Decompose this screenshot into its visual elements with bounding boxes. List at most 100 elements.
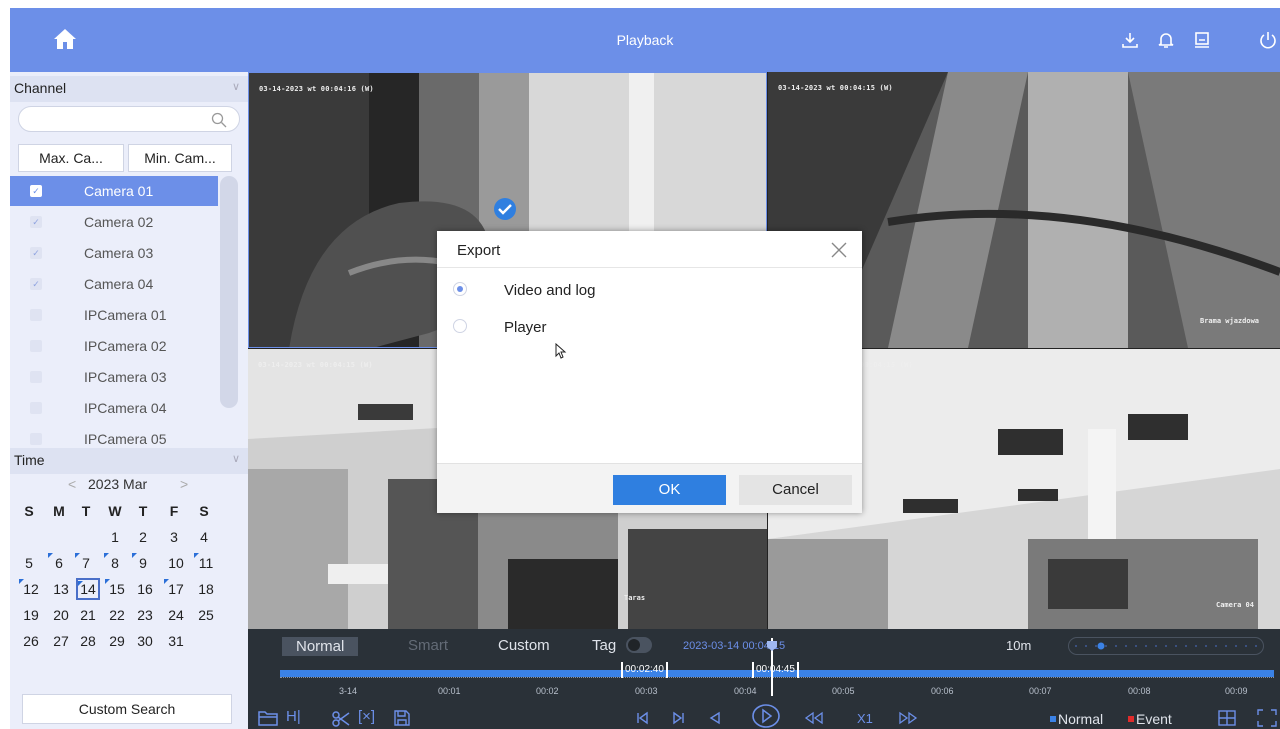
- calendar-day[interactable]: 22: [105, 604, 129, 626]
- calendar-day[interactable]: 11: [194, 552, 218, 574]
- bell-icon[interactable]: [1156, 30, 1176, 50]
- calendar-day[interactable]: 6: [48, 552, 70, 574]
- calendar-day[interactable]: 9: [132, 552, 154, 574]
- calendar-day[interactable]: 23: [133, 604, 157, 626]
- calendar-day[interactable]: 24: [164, 604, 188, 626]
- calendar-day[interactable]: 13: [49, 578, 73, 600]
- video-and-log-label[interactable]: Video and log: [504, 282, 595, 299]
- split-icon[interactable]: H|: [286, 708, 301, 725]
- camera-row-ipcamera-03[interactable]: IPCamera 03: [10, 362, 218, 392]
- grid-layout-icon[interactable]: [1218, 710, 1236, 726]
- video-and-log-radio[interactable]: [453, 282, 467, 296]
- ok-button[interactable]: OK: [613, 475, 726, 505]
- calendar-day-selected[interactable]: 14: [76, 578, 100, 600]
- calendar-weekday: T: [138, 503, 148, 519]
- calendar-day[interactable]: 16: [133, 578, 157, 600]
- zoom-slider[interactable]: [1068, 637, 1264, 655]
- camera-label: IPCamera 04: [84, 400, 167, 416]
- calendar-day[interactable]: 29: [105, 630, 129, 652]
- checkbox[interactable]: ✓: [30, 185, 42, 197]
- camera-row-ipcamera-02[interactable]: IPCamera 02: [10, 331, 218, 361]
- min-camera-button[interactable]: Min. Cam...: [128, 144, 232, 172]
- checkbox[interactable]: [30, 309, 42, 321]
- calendar-day[interactable]: 28: [76, 630, 100, 652]
- calendar-day[interactable]: 15: [105, 578, 129, 600]
- camera-list-scrollbar[interactable]: [220, 176, 238, 408]
- calendar-day[interactable]: 2: [132, 526, 154, 548]
- mode-custom-tab[interactable]: Custom: [498, 637, 550, 654]
- camera-row-ipcamera-01[interactable]: IPCamera 01: [10, 300, 218, 330]
- calendar-day[interactable]: 31: [164, 630, 188, 652]
- checkbox[interactable]: [30, 402, 42, 414]
- save-icon[interactable]: [394, 710, 410, 726]
- prev-month-icon[interactable]: <: [68, 476, 76, 492]
- cancel-button[interactable]: Cancel: [739, 475, 852, 505]
- close-icon[interactable]: [830, 241, 848, 259]
- camera-label: IPCamera 02: [84, 338, 167, 354]
- folder-icon[interactable]: [258, 710, 278, 726]
- calendar-day[interactable]: 18: [194, 578, 218, 600]
- time-section-header[interactable]: Time ∨: [10, 448, 248, 474]
- normal-swatch: [1050, 716, 1056, 722]
- reverse-play-icon[interactable]: [708, 711, 722, 725]
- slow-down-icon[interactable]: [804, 711, 824, 725]
- camera-row-camera-02[interactable]: ✓ Camera 02: [10, 207, 218, 237]
- play-icon[interactable]: [751, 703, 781, 729]
- calendar-day[interactable]: 7: [75, 552, 97, 574]
- search-icon: [211, 112, 227, 128]
- custom-search-button[interactable]: Custom Search: [22, 694, 232, 724]
- calendar-weekday: W: [108, 503, 122, 519]
- calendar-day[interactable]: 19: [19, 604, 43, 626]
- calendar-day[interactable]: 17: [164, 578, 188, 600]
- calendar-day[interactable]: 3: [163, 526, 185, 548]
- tag-toggle[interactable]: [626, 637, 652, 653]
- camera-row-camera-03[interactable]: ✓ Camera 03: [10, 238, 218, 268]
- monitor-icon[interactable]: [1192, 30, 1212, 50]
- calendar-day[interactable]: 8: [104, 552, 126, 574]
- camera-row-camera-04[interactable]: ✓ Camera 04: [10, 269, 218, 299]
- pane-camera-label: Camera 04: [1216, 601, 1254, 609]
- checkbox[interactable]: [30, 340, 42, 352]
- checkbox[interactable]: ✓: [30, 216, 42, 228]
- next-frame-icon[interactable]: [670, 711, 686, 725]
- clip-start-marker[interactable]: 00:02:40: [621, 662, 668, 678]
- power-icon[interactable]: [1258, 30, 1278, 50]
- download-icon[interactable]: [1120, 30, 1140, 50]
- calendar-day[interactable]: 4: [193, 526, 215, 548]
- calendar-day[interactable]: 12: [19, 578, 43, 600]
- calendar-day[interactable]: 5: [18, 552, 40, 574]
- checkbox[interactable]: ✓: [30, 247, 42, 259]
- clip-end-marker[interactable]: 00:04:45: [752, 662, 799, 678]
- previous-frame-icon[interactable]: [635, 711, 651, 725]
- max-camera-button[interactable]: Max. Ca...: [18, 144, 124, 172]
- calendar-day[interactable]: 1: [104, 526, 126, 548]
- checkbox[interactable]: [30, 371, 42, 383]
- checkbox[interactable]: ✓: [30, 278, 42, 290]
- player-radio[interactable]: [453, 319, 467, 333]
- camera-label: IPCamera 05: [84, 431, 167, 447]
- next-month-icon[interactable]: >: [180, 476, 188, 492]
- calendar-day[interactable]: 10: [164, 552, 188, 574]
- mode-tag-tab[interactable]: Tag: [592, 637, 616, 654]
- fast-forward-icon[interactable]: [898, 711, 918, 725]
- checkbox[interactable]: [30, 433, 42, 445]
- mode-smart-tab[interactable]: Smart: [408, 637, 448, 654]
- calendar-day[interactable]: 25: [194, 604, 218, 626]
- calendar-day[interactable]: 26: [19, 630, 43, 652]
- speed-indicator: X1: [857, 711, 873, 726]
- scissors-icon[interactable]: [332, 711, 350, 727]
- calendar-day[interactable]: 21: [76, 604, 100, 626]
- channel-section-header[interactable]: Channel ∨: [10, 76, 248, 102]
- playhead-handle-icon[interactable]: [766, 640, 778, 652]
- timeline-label: 00:02: [536, 686, 559, 696]
- calendar-day[interactable]: 20: [49, 604, 73, 626]
- mode-normal-tab[interactable]: Normal: [282, 637, 359, 656]
- player-label[interactable]: Player: [504, 319, 547, 336]
- camera-row-camera-01[interactable]: ✓ Camera 01: [10, 176, 218, 206]
- cancel-clip-icon[interactable]: [×]: [358, 708, 375, 725]
- search-input[interactable]: [18, 106, 240, 132]
- calendar-day[interactable]: 27: [49, 630, 73, 652]
- fullscreen-icon[interactable]: [1256, 708, 1278, 728]
- calendar-day[interactable]: 30: [133, 630, 157, 652]
- camera-row-ipcamera-04[interactable]: IPCamera 04: [10, 393, 218, 423]
